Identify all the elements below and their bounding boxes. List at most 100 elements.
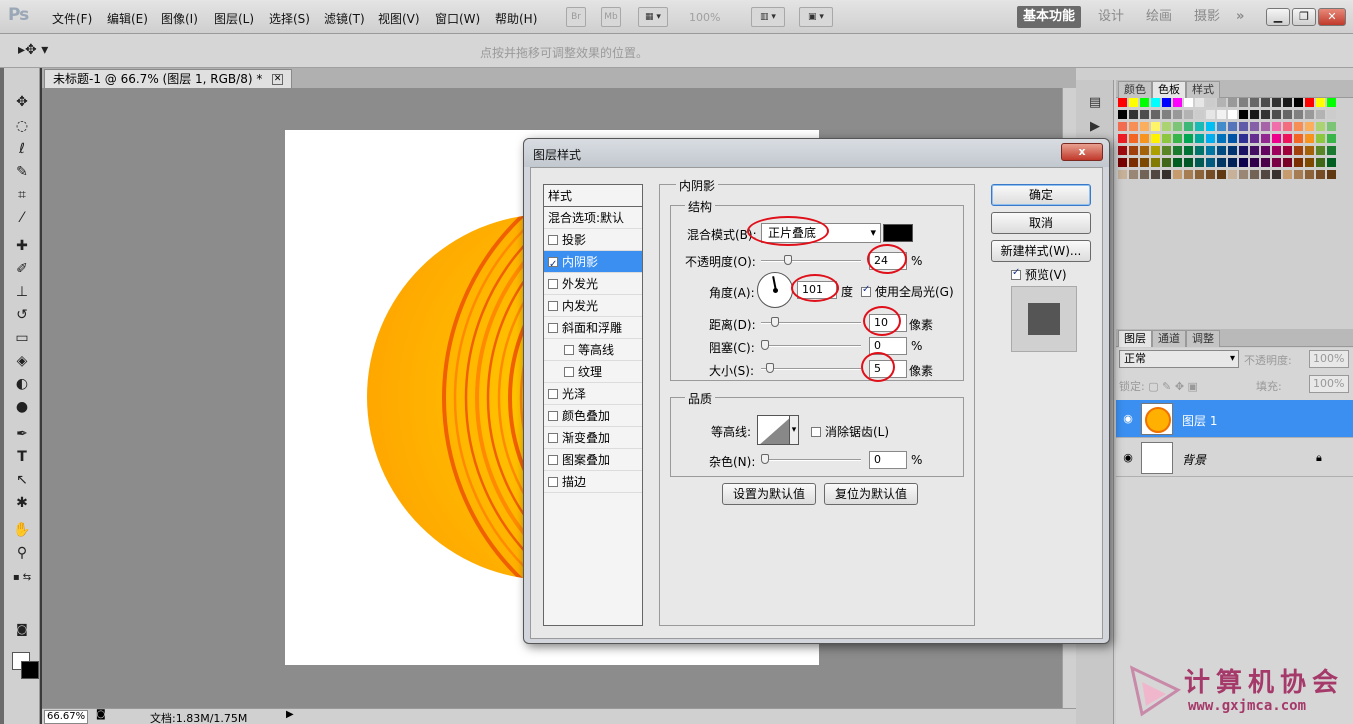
color-swatch[interactable] [1206, 134, 1215, 143]
color-swatch[interactable] [1217, 146, 1226, 155]
mini-bridge-button[interactable]: Mb [601, 7, 621, 27]
choke-slider[interactable] [761, 345, 861, 347]
color-swatch[interactable] [1162, 122, 1171, 131]
color-swatch[interactable] [1305, 146, 1314, 155]
color-swatch[interactable] [1316, 110, 1325, 119]
color-swatch[interactable] [1261, 158, 1270, 167]
checkbox-icon[interactable] [548, 389, 558, 399]
menu-window[interactable]: 窗口(W) [435, 10, 480, 27]
color-swatch[interactable] [1272, 122, 1281, 131]
color-swatch[interactable] [1272, 134, 1281, 143]
color-swatch[interactable] [1173, 170, 1182, 179]
custom-shape-tool-icon[interactable]: ✱ [12, 493, 32, 513]
color-swatch[interactable] [1250, 158, 1259, 167]
color-swatch[interactable] [1305, 110, 1314, 119]
style-item[interactable]: 混合选项:默认 [544, 207, 642, 229]
color-swatch[interactable] [1327, 158, 1336, 167]
color-swatch[interactable] [1228, 122, 1237, 131]
style-item[interactable]: 图案叠加 [544, 449, 642, 471]
style-item[interactable]: 斜面和浮雕 [544, 317, 642, 339]
color-swatch[interactable] [1217, 98, 1226, 107]
antialias-checkbox[interactable]: 消除锯齿(L) [811, 423, 889, 440]
menu-help[interactable]: 帮助(H) [495, 10, 537, 27]
color-swatch[interactable] [1217, 122, 1226, 131]
pen-tool-icon[interactable]: ✒ [12, 424, 32, 444]
style-item[interactable]: 内阴影 [544, 251, 642, 276]
color-swatch[interactable] [1195, 158, 1204, 167]
eraser-tool-icon[interactable]: ▭ [12, 328, 32, 348]
size-slider-thumb[interactable] [765, 363, 774, 373]
color-swatch[interactable] [1272, 98, 1281, 107]
color-swatch[interactable] [1151, 134, 1160, 143]
color-swatch[interactable] [1261, 170, 1270, 179]
color-swatch[interactable] [1129, 110, 1138, 119]
view-extras-button[interactable]: ▦ ▾ [638, 7, 668, 27]
cancel-button[interactable]: 取消 [991, 212, 1091, 234]
layer-opacity-field[interactable]: 100% [1309, 350, 1349, 368]
color-swatch[interactable] [1184, 98, 1193, 107]
color-swatch[interactable] [1206, 98, 1215, 107]
color-swatch[interactable] [1316, 158, 1325, 167]
color-swatch[interactable] [1261, 110, 1270, 119]
color-swatch[interactable] [1162, 110, 1171, 119]
color-swatch[interactable] [1184, 158, 1193, 167]
color-swatch[interactable] [1129, 98, 1138, 107]
crop-tool-icon[interactable]: ⌗ [12, 185, 32, 205]
dialog-titlebar[interactable]: 图层样式 x [524, 139, 1109, 167]
restore-button[interactable]: ❐ [1292, 8, 1316, 26]
color-swatch[interactable] [1151, 110, 1160, 119]
color-swatch[interactable] [1283, 134, 1292, 143]
color-swatch[interactable] [1217, 170, 1226, 179]
color-swatch[interactable] [1261, 98, 1270, 107]
color-swatch[interactable] [1184, 146, 1193, 155]
color-swatch[interactable] [1140, 170, 1149, 179]
type-tool-icon[interactable]: T [12, 447, 32, 467]
close-icon[interactable]: ✕ [272, 74, 284, 85]
dodge-tool-icon[interactable]: ● [12, 397, 32, 417]
color-swatch[interactable] [1206, 170, 1215, 179]
quick-select-tool-icon[interactable]: ✎ [12, 162, 32, 182]
color-swatch[interactable] [1151, 122, 1160, 131]
color-swatch[interactable] [1184, 110, 1193, 119]
color-swatch[interactable] [1206, 158, 1215, 167]
tab-styles[interactable]: 样式 [1186, 81, 1220, 98]
checkbox-icon[interactable] [548, 433, 558, 443]
size-slider[interactable] [761, 368, 861, 370]
color-swatch[interactable] [1327, 110, 1336, 119]
color-swatch[interactable] [1294, 134, 1303, 143]
lock-icons[interactable]: ▢ ✎ ✥ ▣ [1148, 380, 1198, 393]
checkbox-icon[interactable] [548, 235, 558, 245]
fill-field[interactable]: 100% [1309, 375, 1349, 393]
color-swatch[interactable] [1294, 158, 1303, 167]
color-swatch[interactable] [1151, 146, 1160, 155]
color-swatch[interactable] [1118, 98, 1127, 107]
color-swatch[interactable] [1140, 122, 1149, 131]
color-swatch[interactable] [1228, 170, 1237, 179]
opacity-slider-thumb[interactable] [784, 255, 793, 265]
color-swatch[interactable] [1327, 146, 1336, 155]
status-menu-icon[interactable]: ◙ [96, 709, 106, 720]
checkbox-icon[interactable] [548, 323, 558, 333]
layer-row[interactable]: ◉ 背景 🔒︎ [1116, 439, 1353, 477]
lasso-tool-icon[interactable]: ℓ [12, 139, 32, 159]
color-swatch[interactable] [1173, 146, 1182, 155]
layer-blend-mode-select[interactable]: 正常 [1119, 350, 1239, 368]
zoom-field[interactable]: 66.67% [44, 710, 88, 724]
checkbox-icon[interactable] [1011, 267, 1021, 280]
color-swatch[interactable] [1228, 110, 1237, 119]
paint-bucket-tool-icon[interactable]: ◈ [12, 351, 32, 371]
color-swatch[interactable] [1217, 110, 1226, 119]
path-select-tool-icon[interactable]: ↖ [12, 470, 32, 490]
color-swatch[interactable] [1173, 122, 1182, 131]
move-tool-icon[interactable]: ▸✥ ▾ [18, 42, 48, 58]
color-swatch[interactable] [1184, 134, 1193, 143]
color-swatch[interactable] [1239, 122, 1248, 131]
workspace-painting[interactable]: 绘画 [1146, 6, 1172, 28]
style-item[interactable]: 纹理 [544, 361, 642, 383]
color-swatch[interactable] [1250, 134, 1259, 143]
color-swatch[interactable] [1228, 98, 1237, 107]
zoom-level-display[interactable]: 100% [689, 11, 720, 24]
menu-image[interactable]: 图像(I) [161, 10, 198, 27]
color-swatch[interactable] [1140, 158, 1149, 167]
styles-header[interactable]: 样式 [544, 185, 642, 207]
